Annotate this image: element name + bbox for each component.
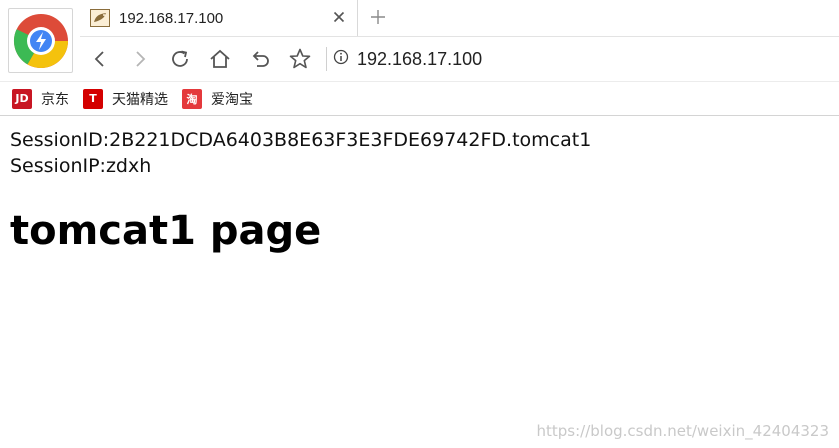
session-id-text: SessionID:2B221DCDA6403B8E63F3E3FDE69742… [10, 129, 592, 151]
page-content: SessionID:2B221DCDA6403B8E63F3E3FDE69742… [0, 116, 839, 448]
bookmark-jd[interactable]: JD 京东 [12, 88, 69, 109]
close-icon[interactable] [331, 9, 347, 25]
tab-strip: 192.168.17.100 [80, 0, 839, 36]
bookmark-label: 爱淘宝 [211, 91, 253, 108]
info-icon[interactable] [333, 49, 349, 70]
plus-icon[interactable] [368, 7, 388, 27]
toolbar-divider [326, 47, 327, 71]
page-heading: tomcat1 page [10, 208, 322, 254]
bookmark-label: 京东 [41, 91, 69, 108]
undo-icon[interactable] [240, 39, 280, 79]
taobao-icon: 淘 [182, 88, 202, 109]
tab-active[interactable]: 192.168.17.100 [80, 0, 358, 36]
browser-logo-graphic [13, 13, 68, 68]
browser-logo-icon[interactable] [8, 8, 73, 73]
address-bar[interactable]: 192.168.17.100 [333, 43, 839, 75]
jd-icon: JD [12, 88, 32, 109]
bookmark-label: 天猫精选 [112, 91, 168, 108]
navigation-toolbar: 192.168.17.100 [80, 36, 839, 81]
home-icon[interactable] [200, 39, 240, 79]
back-icon[interactable] [80, 39, 120, 79]
bookmarks-bar: JD 京东 T 天猫精选 淘 爱淘宝 [0, 81, 839, 116]
address-text[interactable]: 192.168.17.100 [357, 49, 482, 70]
tomcat-favicon-icon [90, 9, 110, 27]
bookmark-aitaobao[interactable]: 淘 爱淘宝 [182, 88, 253, 109]
reload-icon[interactable] [160, 39, 200, 79]
watermark-text: https://blog.csdn.net/weixin_42404323 [536, 422, 829, 440]
bookmark-tmall[interactable]: T 天猫精选 [83, 88, 168, 109]
forward-icon[interactable] [120, 39, 160, 79]
session-ip-text: SessionIP:zdxh [10, 155, 152, 177]
star-icon[interactable] [280, 39, 320, 79]
tmall-icon: T [83, 88, 103, 109]
tab-title: 192.168.17.100 [119, 9, 224, 27]
